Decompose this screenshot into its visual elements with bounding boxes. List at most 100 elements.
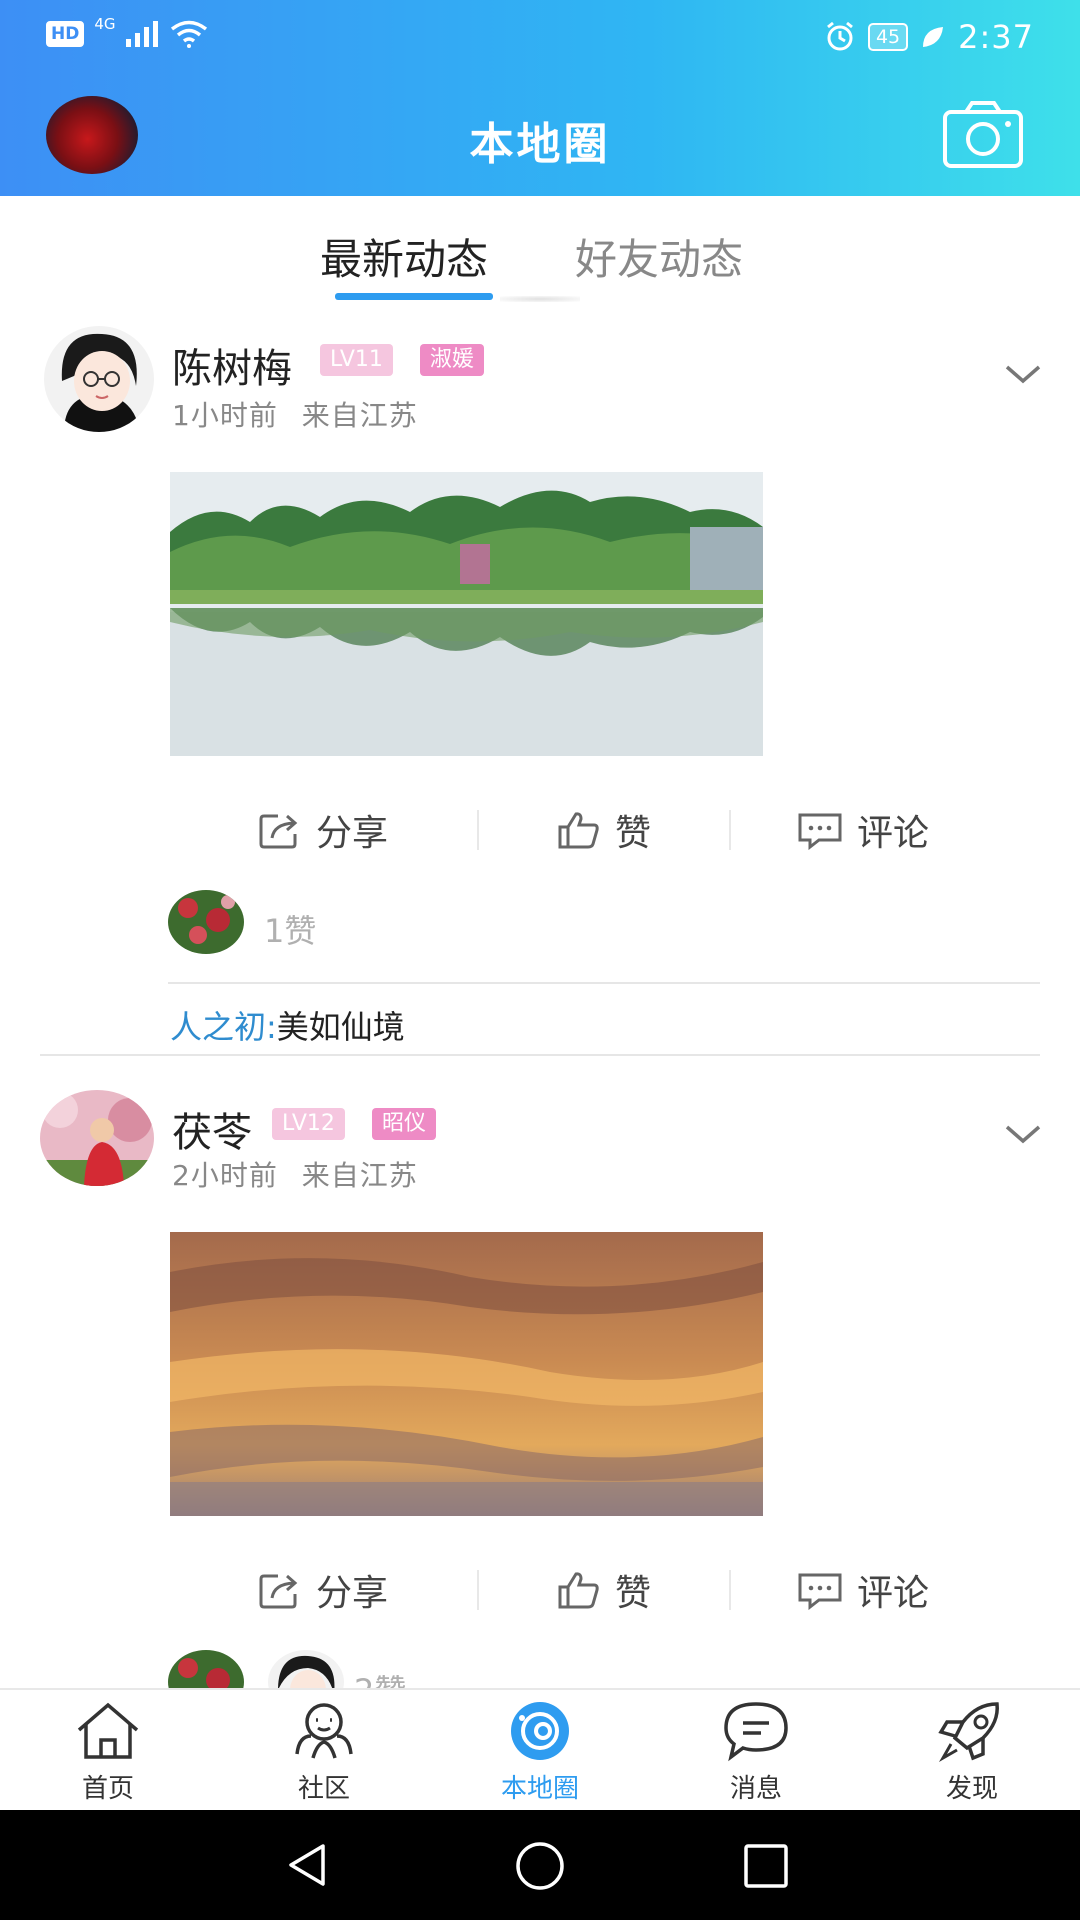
leaf-icon: [923, 27, 944, 47]
like-label: 赞: [615, 1573, 652, 1614]
alarm-icon: [827, 21, 853, 51]
nav-messages[interactable]: 消息: [648, 1690, 864, 1812]
post-meta: 1小时前 来自江苏: [172, 394, 418, 434]
post-username[interactable]: 陈树梅: [172, 336, 292, 394]
active-tab-indicator: [335, 293, 493, 300]
tab-shadow: [500, 296, 580, 302]
nav-label: 消息: [729, 1774, 782, 1804]
like-label: 赞: [615, 813, 652, 854]
rank-badge: 淑媛: [420, 344, 485, 376]
liker-avatar[interactable]: [168, 890, 244, 954]
network-type: 4G: [94, 15, 116, 33]
share-icon: [259, 814, 298, 849]
nav-label: 发现: [945, 1774, 998, 1804]
action-divider: [729, 810, 731, 850]
back-icon[interactable]: [283, 1840, 333, 1890]
sunset-photo-image: [170, 1232, 763, 1516]
rocket-icon: [938, 1702, 999, 1762]
camera-icon[interactable]: [942, 100, 1024, 170]
liker-flower-image: [168, 890, 244, 954]
nav-label: 本地圈: [500, 1774, 579, 1804]
liker-avatar[interactable]: [268, 1650, 344, 1688]
status-bar: HD 4G 45 2:37: [0, 0, 1080, 72]
action-divider: [477, 1570, 479, 1610]
comment-author[interactable]: 人之初:: [170, 1008, 277, 1046]
tab-latest[interactable]: 最新动态: [320, 226, 488, 287]
post-meta: 2小时前 来自江苏: [172, 1154, 418, 1194]
nav-home[interactable]: 首页: [0, 1690, 216, 1812]
nav-label: 社区: [297, 1774, 350, 1804]
lake-photo-image: [170, 472, 763, 756]
chevron-down-icon[interactable]: [1004, 1122, 1042, 1146]
app-screen: HD 4G 45 2:37 本地圈 最新动态 好友动态 陈树梅 LV11 淑媛 …: [0, 0, 1080, 1920]
recents-icon[interactable]: [742, 1842, 790, 1890]
post-avatar[interactable]: [44, 326, 154, 432]
post-actions: 分享 赞 评论: [0, 1560, 1080, 1620]
liker-girl-image: [268, 1650, 344, 1688]
home-icon: [77, 1702, 139, 1759]
action-divider: [729, 1570, 731, 1610]
clock: 2:37: [958, 18, 1034, 56]
status-right: 45 2:37: [824, 18, 1034, 56]
header-bar: HD 4G 45 2:37 本地圈: [0, 0, 1080, 196]
avatar-woman-blossom: [40, 1090, 154, 1186]
post-photo-lake[interactable]: [170, 472, 763, 756]
action-divider: [477, 810, 479, 850]
post-username[interactable]: 茯苓: [172, 1100, 252, 1158]
post-location: 来自江苏: [301, 399, 418, 432]
like-button[interactable]: 赞: [557, 1560, 651, 1620]
share-label: 分享: [316, 1573, 389, 1614]
post-avatar[interactable]: [40, 1090, 154, 1186]
like-button[interactable]: 赞: [557, 800, 651, 860]
avatar-girl-illustration: [44, 326, 154, 432]
feed-tabs: 最新动态 好友动态: [0, 196, 1080, 306]
message-icon: [724, 1702, 788, 1762]
chevron-down-icon[interactable]: [1004, 362, 1042, 386]
comment-label: 评论: [857, 813, 930, 854]
post-card: 茯苓 LV12 昭仪 2小时前 来自江苏 分享 赞 评论: [0, 1066, 1080, 1688]
comment-icon: [798, 1573, 842, 1610]
share-label: 分享: [316, 813, 389, 854]
hd-icon: HD: [46, 21, 85, 47]
post-time: 1小时前: [172, 399, 278, 432]
liker-avatar[interactable]: [168, 1650, 244, 1688]
divider: [168, 982, 1040, 984]
thumbs-up-icon: [558, 1572, 599, 1609]
level-badge: LV11: [320, 344, 393, 376]
liker-flower-image: [168, 1650, 244, 1688]
share-button[interactable]: 分享: [258, 800, 388, 860]
like-count: 1赞: [264, 912, 317, 950]
page-title: 本地圈: [469, 119, 611, 170]
nav-community[interactable]: 社区: [216, 1690, 432, 1812]
comment-icon: [798, 813, 842, 850]
like-count: 2赞: [354, 1666, 406, 1688]
share-icon: [259, 1574, 298, 1609]
level-badge: LV12: [272, 1108, 345, 1140]
post-time: 2小时前: [172, 1159, 278, 1192]
thumbs-up-icon: [558, 812, 599, 849]
tab-friends[interactable]: 好友动态: [575, 226, 743, 287]
signal-icon: [125, 21, 158, 47]
home-circle-icon[interactable]: [514, 1840, 566, 1892]
post-photo-sunset[interactable]: [170, 1232, 763, 1516]
wifi-icon: [170, 20, 207, 48]
bottom-nav: 首页 社区 本地圈 消息 发现: [0, 1688, 1080, 1810]
post-separator: [40, 1054, 1040, 1056]
nav-label: 首页: [81, 1774, 134, 1804]
comment-button[interactable]: 评论: [797, 1560, 929, 1620]
nav-local-circle[interactable]: 本地圈: [432, 1690, 648, 1812]
status-left: HD 4G: [46, 15, 208, 48]
battery-indicator: 45: [867, 23, 909, 51]
share-button[interactable]: 分享: [258, 1560, 388, 1620]
community-icon: [295, 1703, 353, 1759]
system-nav-bar: [0, 1810, 1080, 1920]
comment-row[interactable]: 人之初:美如仙境: [170, 1002, 405, 1048]
post-location: 来自江苏: [301, 1159, 418, 1192]
post-actions: 分享 赞 评论: [0, 800, 1080, 860]
nav-discover[interactable]: 发现: [864, 1690, 1080, 1812]
comment-button[interactable]: 评论: [797, 800, 929, 860]
local-circle-icon: [511, 1702, 569, 1760]
comment-text: 美如仙境: [276, 1008, 405, 1046]
post-card: 陈树梅 LV11 淑媛 1小时前 来自江苏 分享 赞 评论 1赞 人之初:美如仙…: [0, 306, 1080, 1056]
rank-badge: 昭仪: [372, 1108, 437, 1140]
